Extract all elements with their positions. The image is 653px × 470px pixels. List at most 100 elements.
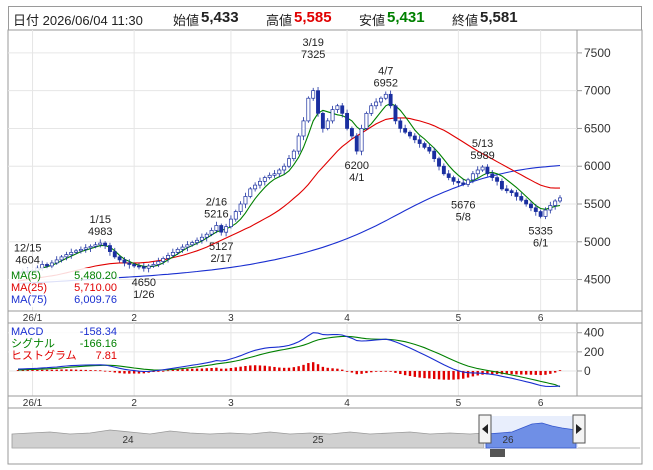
histogram-bar [428, 370, 431, 379]
legend-value: 5,480.20 [74, 270, 117, 282]
date-strip-bottom [7, 395, 643, 409]
candle-body [335, 105, 340, 110]
candle-body [137, 265, 141, 268]
histogram-bar [423, 370, 426, 379]
histogram-bar [399, 370, 402, 375]
navigator-scroll-thumb[interactable] [490, 449, 505, 457]
histogram-bar [534, 370, 538, 375]
month-label: 6 [538, 313, 544, 324]
candle-body [437, 158, 441, 167]
candle-body [509, 190, 514, 194]
histogram-bar [307, 363, 310, 371]
candle-body [185, 244, 190, 248]
histogram-bar [132, 370, 136, 374]
histogram-bar [447, 370, 450, 380]
annotation-date: 12/15 [14, 243, 42, 255]
candle-body [345, 112, 350, 129]
candle-body [224, 226, 229, 233]
candle-body [64, 254, 69, 258]
candle-body [456, 180, 461, 184]
candle-body [558, 197, 562, 202]
annotation-date: 5/8 [456, 212, 471, 224]
macd-tick-label: 400 [584, 326, 604, 340]
histogram-bar [413, 370, 417, 377]
candle-body [417, 139, 422, 144]
candle-body [233, 211, 238, 220]
candle-body [282, 165, 287, 171]
candle-body [296, 135, 301, 152]
candle-body [74, 250, 79, 253]
histogram-bar [350, 370, 354, 373]
histogram-bar [108, 370, 112, 372]
histogram-bar [186, 368, 189, 371]
candle-body [470, 173, 475, 181]
candle-body [175, 248, 180, 253]
candle-body [195, 239, 200, 243]
legend-label: MA(25) [11, 282, 47, 294]
macd-tick-label: 0 [584, 364, 591, 378]
candle-body [122, 259, 127, 264]
candle-body [132, 264, 137, 267]
annotation-value: 4983 [88, 226, 112, 238]
candle-body [451, 177, 456, 182]
candle-body [330, 109, 335, 122]
histogram-bar [452, 370, 455, 380]
candle-body [432, 150, 437, 160]
candle-body [369, 105, 374, 114]
histogram-bar [50, 369, 54, 371]
annotation-date: 2/17 [211, 253, 232, 265]
histogram-bar [205, 368, 208, 371]
candle-body [427, 146, 432, 152]
candle-body [49, 262, 54, 267]
histogram-bar [45, 369, 49, 371]
candle-body [412, 135, 417, 141]
candle-body [199, 236, 204, 241]
candle-body [320, 112, 325, 129]
histogram-bar [520, 370, 523, 375]
candle-body [514, 192, 519, 197]
histogram-bar [287, 367, 291, 371]
candle-body [107, 245, 112, 252]
histogram-bar [234, 367, 237, 371]
histogram-bar [345, 370, 349, 372]
histogram-bar [384, 370, 387, 372]
candle-body [378, 97, 383, 103]
histogram-bar [268, 366, 271, 371]
month-label: 5 [456, 313, 462, 324]
candle-body [543, 209, 548, 217]
legend-label: MA(5) [11, 270, 41, 282]
price-tick-label: 5500 [584, 197, 611, 211]
histogram-bar [442, 370, 446, 380]
candle-body [204, 233, 209, 238]
date-strip-top [7, 310, 643, 324]
histogram-bar [263, 365, 267, 371]
candle-body [398, 120, 403, 129]
histogram-bar [40, 369, 44, 371]
candle-body [93, 244, 98, 247]
annotation-value: 5216 [204, 208, 228, 220]
annotation-value: 5335 [528, 225, 552, 237]
histogram-bar [331, 368, 334, 371]
chart-canvas: 4500500055006000650070007500 12/1546041/… [7, 29, 643, 465]
annotation-date: 2/16 [206, 196, 227, 208]
histogram-bar [466, 370, 470, 378]
candle-body [519, 196, 524, 201]
navigator-left-handle[interactable] [478, 414, 492, 444]
histogram-bar [224, 368, 228, 371]
histogram-bar [229, 368, 233, 371]
histogram-bar [529, 370, 533, 375]
histogram-bar [341, 369, 344, 371]
histogram-bar [321, 366, 325, 371]
month-label: 6 [538, 398, 544, 409]
histogram-bar [31, 370, 34, 371]
candle-body [127, 262, 132, 265]
histogram-bar [239, 366, 242, 371]
histogram-bar [316, 364, 320, 371]
navigator-right-handle[interactable] [572, 414, 586, 444]
legend-label: シグナル [11, 336, 55, 350]
price-tick-label: 6500 [584, 121, 611, 135]
annotation-value: 5989 [470, 150, 494, 162]
candle-body [272, 173, 277, 176]
candle-body [490, 173, 495, 178]
histogram-bar [437, 370, 441, 380]
